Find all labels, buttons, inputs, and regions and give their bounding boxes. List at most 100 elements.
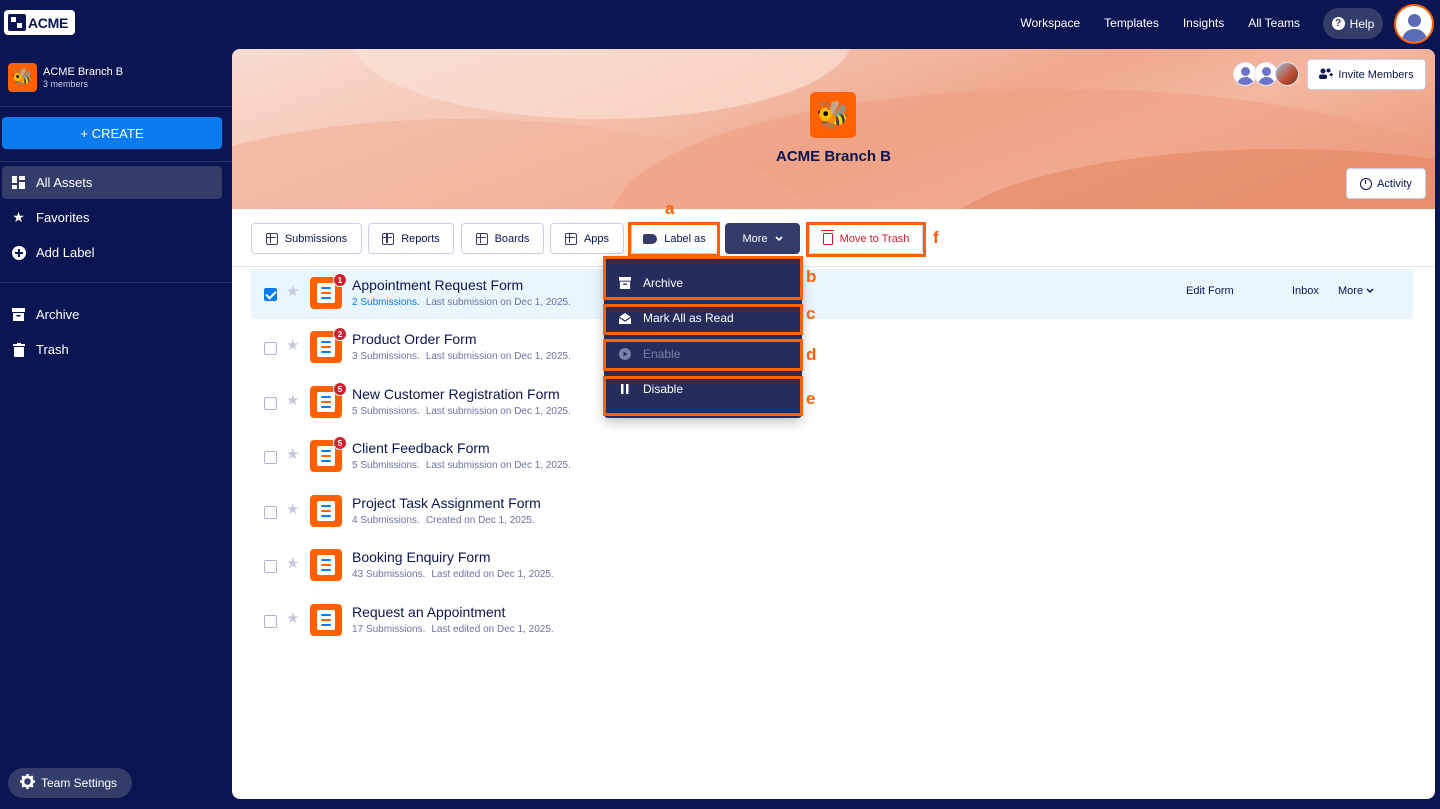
submission-count: 5 Submissions. (352, 406, 420, 417)
activity-button[interactable]: Activity (1346, 168, 1426, 199)
reports-button[interactable]: Reports (368, 223, 454, 254)
trash-icon (11, 342, 26, 357)
favorite-star-icon[interactable]: ★ (286, 282, 299, 300)
favorite-star-icon[interactable]: ★ (286, 554, 299, 572)
nav-workspace[interactable]: Workspace (1020, 16, 1080, 30)
team-settings-label: Team Settings (41, 776, 118, 790)
nav-templates[interactable]: Templates (1104, 16, 1159, 30)
form-row[interactable]: ★ 2 Product Order Form 3 Submissions. Las… (251, 323, 1413, 373)
help-button[interactable]: ? Help (1323, 8, 1383, 39)
team-header[interactable]: 🐝 ACME Branch B 3 members (8, 63, 123, 92)
form-title[interactable]: Project Task Assignment Form (352, 495, 541, 511)
submissions-button[interactable]: Submissions (251, 223, 362, 254)
grid-icon (11, 175, 26, 190)
sidebar-item-archive[interactable]: Archive (2, 298, 222, 331)
favorite-star-icon[interactable]: ★ (286, 391, 299, 409)
board-icon (475, 232, 488, 245)
acme-logo[interactable]: ACME (4, 10, 75, 35)
menu-item-archive[interactable]: Archive (604, 266, 802, 300)
form-title[interactable]: New Customer Registration Form (352, 386, 560, 402)
form-title[interactable]: Appointment Request Form (352, 277, 523, 293)
boards-label: Boards (494, 232, 530, 245)
unread-badge: 2 (333, 327, 347, 341)
row-more-button[interactable]: More (1338, 285, 1374, 297)
form-meta: 5 Submissions. Last submission on Dec 1, … (352, 460, 571, 471)
table-icon (265, 232, 278, 245)
archive-icon (619, 277, 631, 289)
sidebar-item-add-label[interactable]: Add Label (2, 236, 222, 269)
member-avatars[interactable] (1233, 62, 1299, 86)
favorite-star-icon[interactable]: ★ (286, 445, 299, 463)
envelope-open-icon (619, 312, 631, 324)
row-checkbox[interactable] (264, 342, 277, 355)
reports-label: Reports (401, 232, 440, 245)
submission-count[interactable]: 2 Submissions. (352, 297, 420, 308)
team-member-count: 3 members (43, 79, 89, 89)
invite-members-label: Invite Members (1338, 68, 1414, 81)
form-icon (310, 549, 342, 581)
form-row[interactable]: ★ Booking Enquiry Form 43 Submissions. La… (251, 541, 1413, 591)
sidebar-item-label: Favorites (36, 210, 90, 225)
label-as-button[interactable]: Label as (631, 223, 718, 254)
inbox-button[interactable]: Inbox (1292, 285, 1319, 297)
row-checkbox[interactable] (264, 560, 277, 573)
form-row[interactable]: ★ 1 Appointment Request Form 2 Submissio… (251, 269, 1413, 319)
user-avatar[interactable] (1394, 4, 1434, 44)
help-icon: ? (1331, 17, 1345, 30)
move-to-trash-button[interactable]: Move to Trash (809, 223, 923, 254)
form-row[interactable]: ★ 5 New Customer Registration Form 5 Sub… (251, 378, 1413, 428)
menu-item-disable[interactable]: Disable (604, 372, 802, 406)
form-row[interactable]: ★ 5 Client Feedback Form 5 Submissions. L… (251, 432, 1413, 482)
form-date: Last submission on Dec 1, 2025. (425, 406, 571, 417)
more-dropdown-button[interactable]: More (725, 223, 800, 254)
bee-icon: 🐝 (810, 92, 856, 138)
team-cover-banner: 🐝 ACME Branch B Invite Members Activity (232, 49, 1435, 209)
favorite-star-icon[interactable]: ★ (286, 336, 299, 354)
row-checkbox[interactable] (264, 451, 277, 464)
annotation-label-b: b (806, 267, 817, 286)
edit-form-button[interactable]: Edit Form (1186, 285, 1234, 297)
sidebar-item-label: Add Label (36, 245, 95, 260)
menu-item-mark-all-read[interactable]: Mark All as Read (604, 301, 802, 335)
favorite-star-icon[interactable]: ★ (286, 500, 299, 518)
submission-count: 5 Submissions. (352, 460, 420, 471)
form-row[interactable]: ★ Project Task Assignment Form 4 Submiss… (251, 487, 1413, 537)
apps-button[interactable]: Apps (550, 223, 624, 254)
report-icon (382, 232, 395, 245)
invite-members-button[interactable]: Invite Members (1307, 59, 1426, 90)
top-nav-links: Workspace Templates Insights All Teams (1020, 0, 1300, 46)
team-title: ACME Branch B (775, 148, 891, 165)
form-title[interactable]: Product Order Form (352, 331, 476, 347)
chevron-down-icon (774, 233, 783, 245)
annotation-label-a: a (665, 199, 675, 218)
form-meta: 4 Submissions. Created on Dec 1, 2025. (352, 515, 535, 526)
row-checkbox[interactable] (264, 506, 277, 519)
create-button[interactable]: + CREATE (2, 117, 222, 149)
boards-button[interactable]: Boards (461, 223, 544, 254)
nav-insights[interactable]: Insights (1183, 16, 1224, 30)
star-icon: ★ (12, 209, 25, 225)
row-checkbox[interactable] (264, 615, 277, 628)
form-row[interactable]: ★ Request an Appointment 17 Submissions.… (251, 596, 1413, 646)
divider (0, 161, 232, 162)
form-title[interactable]: Client Feedback Form (352, 440, 490, 456)
submissions-label: Submissions (284, 232, 348, 245)
row-checkbox[interactable] (264, 288, 277, 301)
row-checkbox[interactable] (264, 397, 277, 410)
team-settings-button[interactable]: Team Settings (8, 768, 132, 798)
sidebar-item-trash[interactable]: Trash (2, 333, 222, 366)
gear-icon (20, 774, 35, 792)
archive-icon (11, 307, 26, 322)
more-dropdown-menu: Archive Mark All as Read Enable Disable (604, 256, 802, 418)
form-title[interactable]: Booking Enquiry Form (352, 549, 491, 565)
help-label: Help (1349, 16, 1375, 31)
nav-all-teams[interactable]: All Teams (1248, 16, 1300, 30)
bee-icon: 🐝 (8, 63, 37, 92)
sidebar-item-favorites[interactable]: ★ Favorites (2, 201, 222, 234)
favorite-star-icon[interactable]: ★ (286, 609, 299, 627)
sidebar-item-all-assets[interactable]: All Assets (2, 166, 222, 199)
menu-item-enable: Enable (604, 337, 802, 371)
user-avatar-head (1408, 14, 1421, 27)
label-as-label: Label as (664, 232, 706, 245)
form-title[interactable]: Request an Appointment (352, 604, 505, 620)
